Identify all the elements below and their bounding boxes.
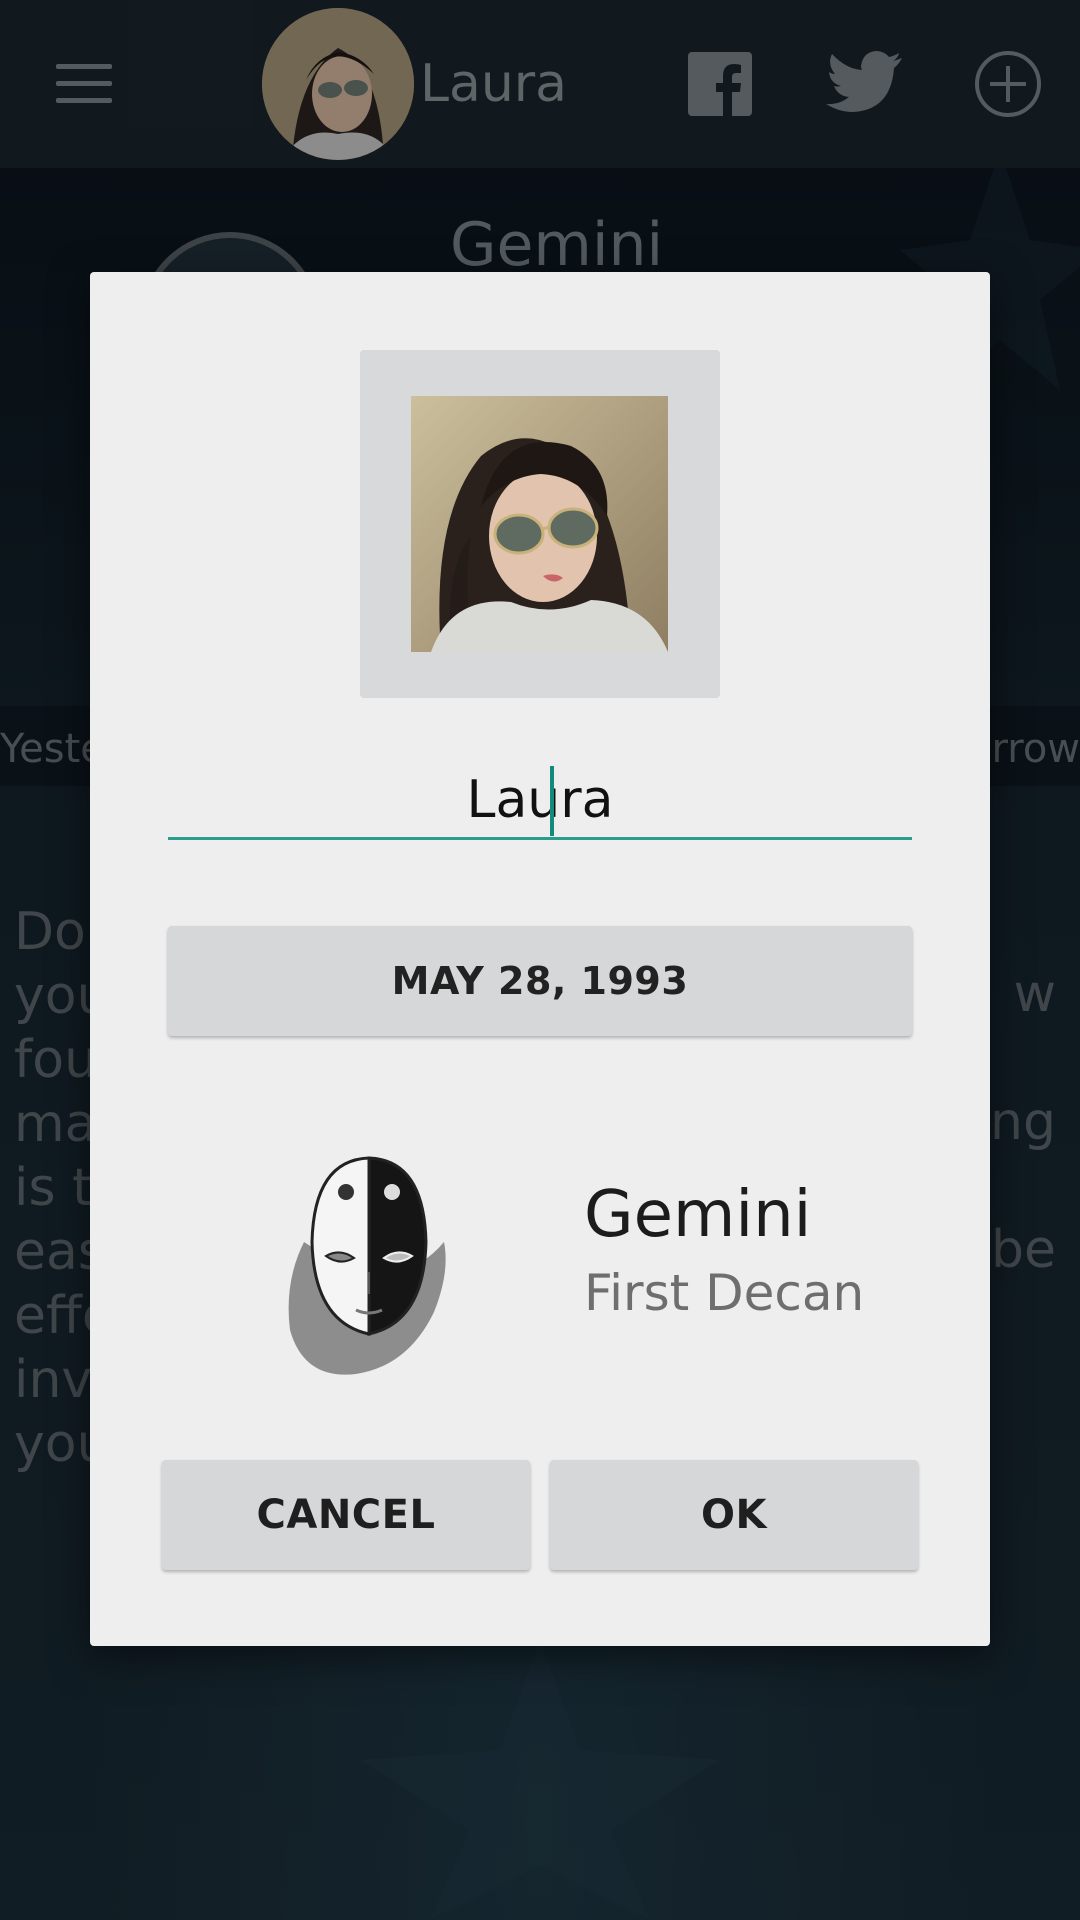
text-cursor xyxy=(550,766,554,836)
birth-date-button[interactable]: MAY 28, 1993 xyxy=(168,926,912,1036)
gemini-mask-icon xyxy=(288,1156,446,1375)
sign-name: Gemini xyxy=(584,1178,812,1252)
edit-profile-dialog: MAY 28, 1993 Gemini First Decan CANCEL O… xyxy=(90,272,990,1646)
profile-photo-frame[interactable] xyxy=(360,350,720,698)
name-field[interactable] xyxy=(168,760,912,840)
name-input[interactable] xyxy=(168,760,912,837)
profile-photo[interactable] xyxy=(411,396,668,652)
sign-decan: First Decan xyxy=(584,1264,865,1322)
ok-button[interactable]: OK xyxy=(550,1460,918,1570)
cancel-button[interactable]: CANCEL xyxy=(162,1460,530,1570)
